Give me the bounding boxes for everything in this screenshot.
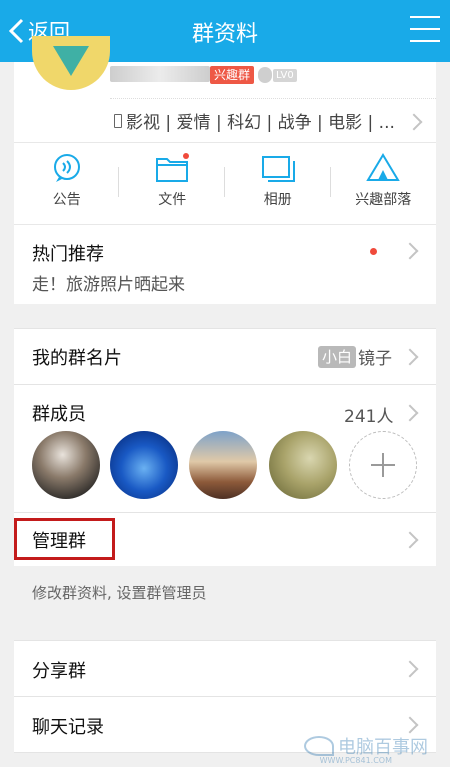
announcement-icon: [53, 154, 80, 182]
quick-tribe[interactable]: 兴趣部落: [331, 143, 437, 224]
folder-icon: [156, 153, 190, 182]
member-avatar[interactable]: [189, 431, 257, 499]
album-icon: [261, 156, 295, 182]
manage-description: 修改群资料, 设置群管理员: [32, 584, 207, 602]
group-avatar[interactable]: [32, 36, 110, 90]
watermark-logo-icon: [304, 736, 334, 756]
chevron-right-icon: [401, 242, 419, 260]
quick-label: 公告: [52, 192, 81, 208]
add-member-button[interactable]: [349, 431, 417, 499]
chevron-right-icon: [405, 113, 423, 131]
my-card-value: 镜子: [358, 349, 392, 369]
chevron-right-icon: [401, 660, 419, 678]
chevron-right-icon: [401, 404, 419, 422]
group-level: LV0: [258, 67, 297, 83]
chevron-right-icon: [401, 531, 419, 549]
chevron-right-icon: [401, 348, 419, 366]
divider: [330, 167, 331, 197]
divider: [118, 167, 119, 197]
divider: [224, 167, 225, 197]
member-avatar[interactable]: [269, 431, 337, 499]
watermark-url: WWW.PC841.COM: [319, 756, 392, 765]
share-group-row[interactable]: 分享群: [14, 640, 436, 696]
flame-icon: [258, 67, 272, 83]
quick-label: 文件: [158, 192, 187, 208]
hot-title: 热门推荐: [32, 244, 104, 265]
group-header[interactable]: 兴趣群 LV0 影视 | 爱情 | 科幻 | 战争 | 电影 | ...: [14, 36, 436, 142]
quick-album[interactable]: 相册: [225, 143, 331, 224]
share-label: 分享群: [32, 661, 86, 682]
menu-icon[interactable]: [410, 16, 440, 44]
my-group-card-row[interactable]: 我的群名片 小白 镜子: [14, 328, 436, 384]
quick-label: 兴趣部落: [355, 192, 412, 208]
quick-files[interactable]: 文件: [120, 143, 226, 224]
xiaobai-badge: 小白: [318, 346, 357, 368]
hot-subtitle: 走！旅游照片晒起来: [32, 275, 185, 295]
manage-label: 管理群: [32, 531, 86, 552]
hot-recommend[interactable]: 热门推荐 走！旅游照片晒起来: [14, 224, 436, 304]
member-avatar[interactable]: [110, 431, 178, 499]
history-label: 聊天记录: [32, 717, 104, 738]
member-count: 241人: [344, 407, 394, 427]
group-tags-text: 影视 | 爱情 | 科幻 | 战争 | 电影 | ...: [126, 113, 395, 133]
quick-announcement[interactable]: 公告: [14, 143, 120, 224]
interest-group-badge: 兴趣群: [210, 66, 255, 84]
tag-icon: [114, 113, 122, 128]
quick-actions: 公告 文件 相册 兴趣部落: [14, 142, 436, 224]
notification-dot: [370, 248, 377, 255]
quick-label: 相册: [263, 192, 292, 208]
group-name-blurred: [110, 66, 210, 82]
members-row[interactable]: 群成员 241人: [14, 384, 436, 512]
chevron-right-icon: [401, 716, 419, 734]
my-card-label: 我的群名片: [32, 348, 122, 369]
tribe-tent-icon: [366, 153, 401, 181]
members-label: 群成员: [32, 404, 86, 425]
divider: [110, 98, 436, 99]
manage-group-row[interactable]: 管理群: [14, 512, 436, 566]
level-label: LV0: [273, 68, 297, 82]
group-tags[interactable]: 影视 | 爱情 | 科幻 | 战争 | 电影 | ...: [114, 108, 395, 133]
member-avatar[interactable]: [32, 431, 100, 499]
